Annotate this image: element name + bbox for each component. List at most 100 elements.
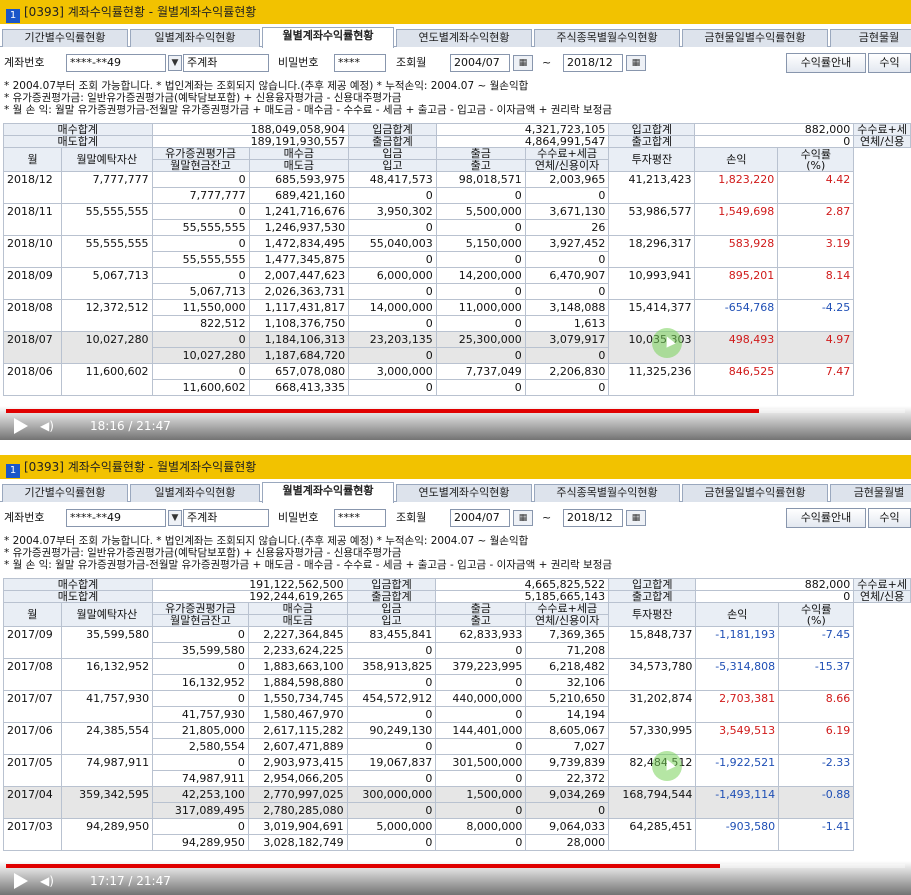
col-end-deposit[interactable]: 월말예탁자산 [61, 147, 153, 172]
col-buy[interactable]: 매수금 [248, 147, 350, 160]
table-row[interactable]: 2018/11 55,555,555 0 1,241,716,676 3,950,302… [2, 203, 911, 236]
yield-guide-button[interactable]: 수익률안내 [786, 508, 866, 528]
tab-2[interactable]: 월별계좌수익률현황 [262, 27, 394, 48]
password-input[interactable]: **** [334, 54, 386, 72]
col-overdue-int[interactable]: 연체/신용이자 [524, 159, 610, 172]
cell-buy: 2,227,364,845 [247, 626, 348, 643]
col-end-cash[interactable]: 월말현금잔고 [151, 159, 250, 172]
play-icon[interactable] [14, 418, 28, 434]
table-row[interactable]: 2017/03 94,289,950 0 3,019,904,691 5,000,000… [3, 818, 911, 851]
cell-end-deposit: 7,777,777 [61, 171, 153, 204]
col-out[interactable]: 출고 [435, 159, 526, 172]
table-row[interactable]: 2018/07 10,027,280 0 1,184,106,313 23,203,13… [2, 331, 911, 364]
col-withdraw[interactable]: 출금 [435, 147, 526, 160]
tab-5[interactable]: 금현물일별수익률현황 [682, 29, 828, 47]
window-titlebar[interactable]: 1 [0393] 계좌수익률현황 - 월별계좌수익률현황 [0, 0, 911, 24]
window-titlebar[interactable]: 1 [0393] 계좌수익률현황 - 월별계좌수익률현황 [0, 455, 911, 479]
col-buy[interactable]: 매수금 [247, 602, 348, 615]
chevron-down-icon[interactable]: ▼ [168, 510, 182, 526]
volume-icon[interactable]: ◀) [40, 420, 54, 432]
tab-3[interactable]: 연도별계좌수익현황 [396, 29, 532, 47]
col-deposit[interactable]: 입금 [346, 602, 437, 615]
buy-total-label: 매수합계 [3, 123, 153, 136]
table-row[interactable]: 2018/06 11,600,602 0 657,078,080 3,000,000 7,… [2, 363, 911, 396]
from-month-input[interactable]: 2004/07 [450, 54, 510, 72]
tab-4[interactable]: 주식종목별월수익현황 [534, 29, 680, 47]
in-total-value: 882,000 [694, 123, 855, 136]
account-type-select[interactable]: 주계좌 [183, 509, 269, 527]
account-number-input[interactable]: ****-**49 [66, 54, 166, 72]
account-type-select[interactable]: 주계좌 [183, 54, 269, 72]
col-withdraw[interactable]: 출금 [435, 602, 527, 615]
note-line: * 월 손 익: 월말 유가증권평가금-전월말 유가증권평가금 + 매도금 - … [4, 104, 613, 116]
calendar-icon[interactable]: ▦ [513, 55, 533, 71]
tab-2[interactable]: 월별계좌수익률현황 [262, 482, 394, 503]
table-row[interactable]: 2017/05 74,987,911 0 2,903,973,415 19,067,83… [3, 754, 911, 787]
tab-1[interactable]: 일별계좌수익현황 [130, 484, 260, 502]
table-row[interactable]: 2017/06 24,385,554 21,805,000 2,617,115,282… [3, 722, 911, 755]
col-sec-eval[interactable]: 유가증권평가금 [151, 147, 250, 160]
yield-guide-button[interactable]: 수익률안내 [786, 53, 866, 73]
to-month-input[interactable]: 2018/12 [563, 509, 623, 527]
table-row[interactable]: 2017/08 16,132,952 0 1,883,663,100 358,913,8… [3, 658, 911, 691]
col-fee-tax[interactable]: 수수료+세금 [524, 147, 610, 160]
col-sell[interactable]: 매도금 [247, 614, 348, 627]
col-month[interactable]: 월 [2, 147, 63, 172]
tab-0[interactable]: 기간별수익률현황 [2, 29, 128, 47]
tab-4[interactable]: 주식종목별월수익현황 [534, 484, 680, 502]
col-overdue-int[interactable]: 연체/신용이자 [525, 614, 610, 627]
cell-sec-eval: 0 [151, 171, 250, 188]
notes: * 2004.07부터 조회 가능합니다. * 법인계좌는 조회되지 않습니다.… [4, 80, 909, 116]
fee-tax-total-label: 수수료+세 [853, 578, 911, 591]
chevron-down-icon[interactable]: ▼ [168, 55, 182, 71]
tab-0[interactable]: 기간별수익률현황 [2, 484, 128, 502]
col-end-deposit[interactable]: 월말예탁자산 [60, 602, 154, 627]
tab-6[interactable]: 금현물월별 [830, 484, 911, 502]
col-month[interactable]: 월 [3, 602, 62, 627]
col-sell[interactable]: 매도금 [248, 159, 350, 172]
video-progress-bar[interactable] [6, 864, 905, 868]
calendar-icon[interactable]: ▦ [513, 510, 533, 526]
tab-5[interactable]: 금현물일별수익률현황 [682, 484, 828, 502]
cell-withdraw: 8,000,000 [435, 818, 527, 835]
table-row[interactable]: 2018/08 12,372,512 11,550,000 1,117,431,817… [2, 299, 911, 332]
col-avg-invest[interactable]: 투자평잔 [608, 602, 697, 627]
yield-more-button[interactable]: 수익 [868, 508, 911, 528]
col-in[interactable]: 입고 [346, 614, 437, 627]
col-rate[interactable]: 수익률 (%) [777, 147, 855, 172]
cell-avg-invest: 11,325,236 [608, 363, 696, 396]
col-pl[interactable]: 손익 [695, 602, 780, 627]
col-deposit[interactable]: 입금 [348, 147, 437, 160]
from-month-input[interactable]: 2004/07 [450, 509, 510, 527]
header-row: 월 월말예탁자산 유가증권평가금 매수금 입금 출금 수수료+세금 투자평잔 손익 수익률 (%) [3, 602, 911, 627]
col-rate[interactable]: 수익률 (%) [778, 602, 855, 627]
video-progress-bar[interactable] [6, 409, 905, 413]
cell-buy: 685,593,975 [248, 171, 350, 188]
cell-deposit: 3,000,000 [348, 363, 437, 380]
col-end-cash[interactable]: 월말현금잔고 [152, 614, 249, 627]
col-avg-invest[interactable]: 투자평잔 [608, 147, 696, 172]
volume-icon[interactable]: ◀) [40, 875, 54, 887]
to-month-input[interactable]: 2018/12 [563, 54, 623, 72]
calendar-icon[interactable]: ▦ [626, 55, 646, 71]
tab-1[interactable]: 일별계좌수익현황 [130, 29, 260, 47]
table-row[interactable]: 2018/10 55,555,555 0 1,472,834,495 55,040,00… [2, 235, 911, 268]
table-row[interactable]: 2017/04 359,342,595 42,253,100 2,770,997,02… [3, 786, 911, 819]
password-input[interactable]: **** [334, 509, 386, 527]
col-pl[interactable]: 손익 [694, 147, 779, 172]
table-row[interactable]: 2018/12 7,777,777 0 685,593,975 48,417,573 98… [2, 171, 911, 204]
yield-more-button[interactable]: 수익 [868, 53, 911, 73]
calendar-icon[interactable]: ▦ [626, 510, 646, 526]
table-row[interactable]: 2017/07 41,757,930 0 1,550,734,745 454,572,9… [3, 690, 911, 723]
play-icon[interactable] [14, 873, 28, 889]
col-in[interactable]: 입고 [348, 159, 437, 172]
table-row[interactable]: 2018/09 5,067,713 0 2,007,447,623 6,000,000 1… [2, 267, 911, 300]
cell-avg-invest: 31,202,874 [608, 690, 697, 723]
table-row[interactable]: 2017/09 35,599,580 0 2,227,364,845 83,455,84… [3, 626, 911, 659]
tab-3[interactable]: 연도별계좌수익현황 [396, 484, 532, 502]
col-sec-eval[interactable]: 유가증권평가금 [152, 602, 249, 615]
col-out[interactable]: 출고 [435, 614, 527, 627]
account-number-input[interactable]: ****-**49 [66, 509, 166, 527]
col-fee-tax[interactable]: 수수료+세금 [525, 602, 610, 615]
tab-6[interactable]: 금현물월 [830, 29, 911, 47]
